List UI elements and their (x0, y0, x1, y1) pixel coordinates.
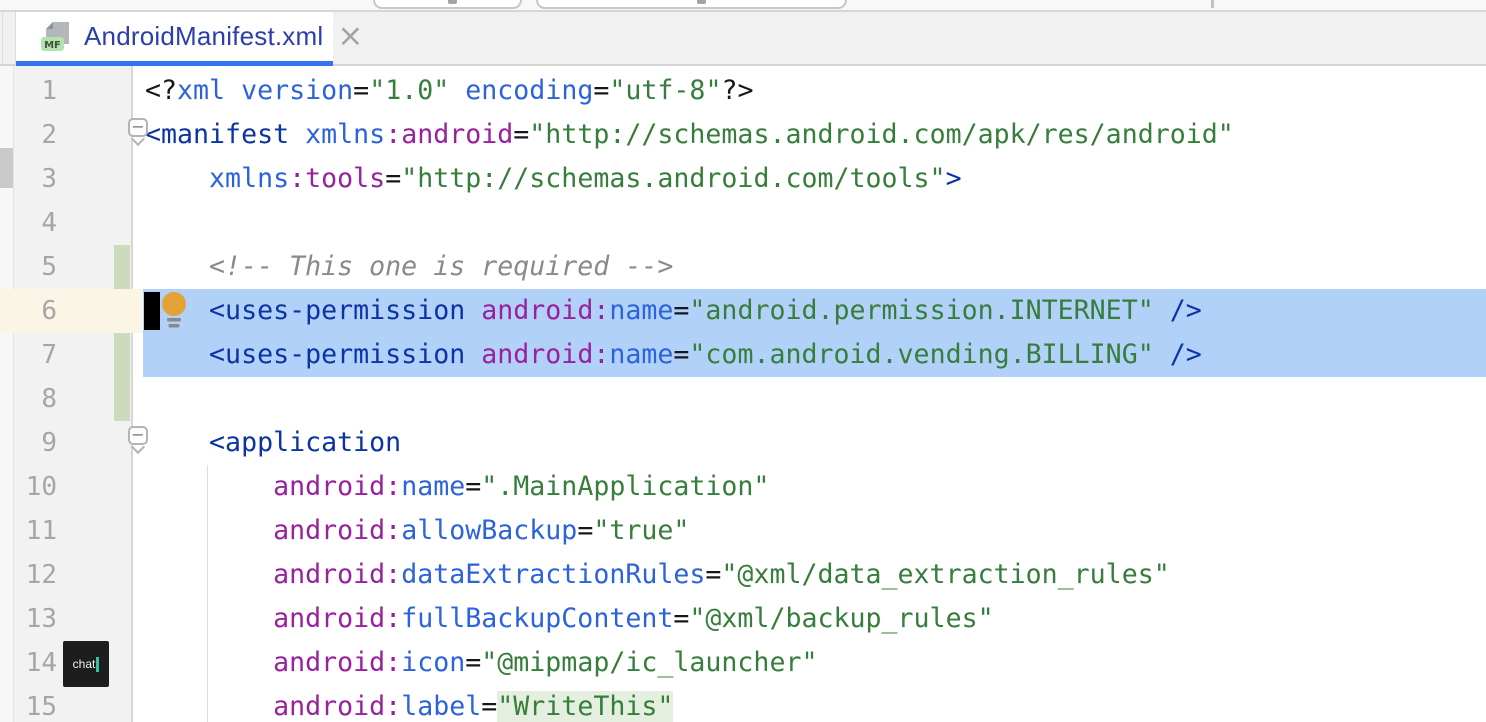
tab-androidmanifest[interactable]: MF AndroidManifest.xml × (16, 12, 333, 66)
ide-window: MF AndroidManifest.xml × 12−3456789−1011… (0, 0, 1486, 722)
line-number[interactable]: 2− (14, 113, 131, 157)
code-line[interactable]: <uses-permission android:name="com.andro… (133, 333, 1486, 377)
code-line[interactable]: android:label="WriteThis" (133, 685, 1486, 722)
gutter-lines: 12−3456789−101112131415 (14, 66, 131, 719)
left-edge-strip (0, 66, 14, 722)
code-line[interactable]: <uses-permission android:name="android.p… (133, 289, 1486, 333)
code-line[interactable] (133, 201, 1486, 245)
code-line[interactable]: xmlns:tools="http://schemas.android.com/… (133, 157, 1486, 201)
code-line[interactable]: android:icon="@mipmap/ic_launcher" (133, 641, 1486, 685)
window-edge-line (2, 12, 3, 64)
fold-marker-icon[interactable]: − (128, 426, 152, 456)
line-number[interactable]: 9− (14, 421, 131, 465)
caret (144, 292, 160, 330)
code-line[interactable]: <?xml version="1.0" encoding="utf-8"?> (133, 69, 1486, 113)
toolbar-widget-icon (697, 0, 706, 4)
editor-pane: 12−3456789−101112131415 <?xml version="1… (0, 66, 1486, 722)
line-number[interactable]: 6 (14, 289, 131, 333)
line-number[interactable]: 11 (14, 509, 131, 553)
line-number[interactable]: 12 (14, 553, 131, 597)
code-area[interactable]: <?xml version="1.0" encoding="utf-8"?><m… (133, 66, 1486, 722)
intention-lightbulb-icon[interactable] (161, 291, 188, 331)
code-line[interactable]: <!-- This one is required --> (133, 245, 1486, 289)
manifest-file-icon: MF (40, 20, 72, 53)
code-line[interactable]: android:name=".MainApplication" (133, 465, 1486, 509)
editor-tab-bar: MF AndroidManifest.xml × (0, 12, 1486, 66)
chat-popup-caret (96, 657, 99, 672)
code-line[interactable]: android:allowBackup="true" (133, 509, 1486, 553)
toolbar-widget-icon (448, 0, 457, 4)
editor-gutter: 12−3456789−101112131415 (14, 66, 133, 722)
line-number[interactable]: 7 (14, 333, 131, 377)
tab-close-icon[interactable]: × (337, 21, 363, 52)
tab-title: AndroidManifest.xml (84, 21, 323, 52)
code-line[interactable]: <application (133, 421, 1486, 465)
line-number[interactable]: 15 (14, 685, 131, 722)
fold-marker-icon[interactable]: − (128, 118, 152, 148)
line-number[interactable]: 5 (14, 245, 131, 289)
code-line[interactable]: android:fullBackupContent="@xml/backup_r… (133, 597, 1486, 641)
toolbar-widget-right[interactable] (536, 0, 847, 9)
chat-popup-text: chat (73, 657, 96, 671)
code-line[interactable]: android:dataExtractionRules="@xml/data_e… (133, 553, 1486, 597)
line-number[interactable]: 3 (14, 157, 131, 201)
line-number[interactable]: 1 (14, 69, 131, 113)
line-number[interactable]: 13 (14, 597, 131, 641)
code-line[interactable] (133, 377, 1486, 421)
code-line[interactable]: <manifest xmlns:android="http://schemas.… (133, 113, 1486, 157)
toolbar-divider (1211, 0, 1214, 8)
left-strip-marker (0, 148, 13, 188)
file-icon-badge: MF (44, 40, 61, 51)
line-number[interactable]: 4 (14, 201, 131, 245)
line-number[interactable]: 10 (14, 465, 131, 509)
code-lines: <?xml version="1.0" encoding="utf-8"?><m… (133, 66, 1486, 722)
chat-popup[interactable]: chat (63, 641, 109, 687)
line-number[interactable]: 8 (14, 377, 131, 421)
